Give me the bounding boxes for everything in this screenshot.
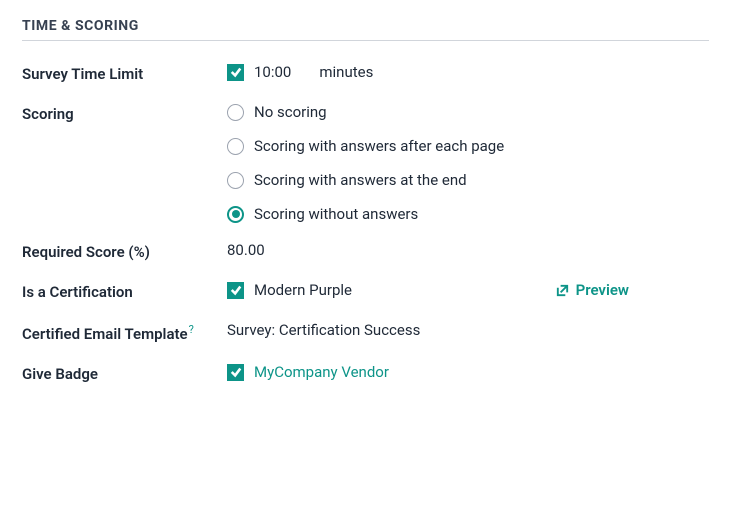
radio-option-at-end[interactable]: Scoring with answers at the end: [227, 171, 709, 189]
check-icon: [230, 366, 242, 378]
row-email-template: Certified Email Template? Survey: Certif…: [22, 321, 709, 345]
radio-option-after-page[interactable]: Scoring with answers after each page: [227, 137, 709, 155]
check-icon: [230, 284, 242, 296]
radio-option-without[interactable]: Scoring without answers: [227, 205, 709, 223]
checkbox-time-limit[interactable]: [227, 64, 244, 81]
preview-label: Preview: [576, 281, 629, 299]
radio-after-page[interactable]: [227, 138, 244, 155]
row-give-badge: Give Badge MyCompany Vendor: [22, 363, 709, 385]
radio-without[interactable]: [227, 206, 244, 223]
preview-button[interactable]: Preview: [555, 281, 629, 299]
checkbox-give-badge[interactable]: [227, 364, 244, 381]
time-limit-value[interactable]: 10:00: [254, 63, 291, 81]
label-required-score: Required Score (%): [22, 241, 227, 263]
label-scoring: Scoring: [22, 103, 227, 125]
row-certification: Is a Certification Modern Purple Preview: [22, 281, 709, 303]
radio-label-at-end: Scoring with answers at the end: [254, 171, 467, 189]
radio-label-none: No scoring: [254, 103, 327, 121]
label-time-limit: Survey Time Limit: [22, 63, 227, 85]
row-required-score: Required Score (%) 80.00: [22, 241, 709, 263]
label-email-template: Certified Email Template?: [22, 321, 227, 345]
give-badge-value[interactable]: MyCompany Vendor: [254, 363, 389, 381]
label-certification: Is a Certification: [22, 281, 227, 303]
section-header: TIME & SCORING: [22, 18, 709, 41]
email-template-value[interactable]: Survey: Certification Success: [227, 321, 709, 339]
checkbox-certification[interactable]: [227, 282, 244, 299]
external-link-icon: [555, 283, 570, 298]
check-icon: [230, 66, 242, 78]
row-time-limit: Survey Time Limit 10:00 minutes: [22, 63, 709, 85]
label-give-badge: Give Badge: [22, 363, 227, 385]
radio-none[interactable]: [227, 104, 244, 121]
certification-value[interactable]: Modern Purple: [254, 281, 352, 299]
radio-label-after-page: Scoring with answers after each page: [254, 137, 504, 155]
required-score-value[interactable]: 80.00: [227, 241, 709, 259]
time-limit-unit: minutes: [319, 63, 373, 81]
radio-at-end[interactable]: [227, 172, 244, 189]
radio-label-without: Scoring without answers: [254, 205, 418, 223]
radio-option-none[interactable]: No scoring: [227, 103, 709, 121]
row-scoring: Scoring No scoring Scoring with answers …: [22, 103, 709, 223]
help-icon[interactable]: ?: [189, 323, 194, 336]
